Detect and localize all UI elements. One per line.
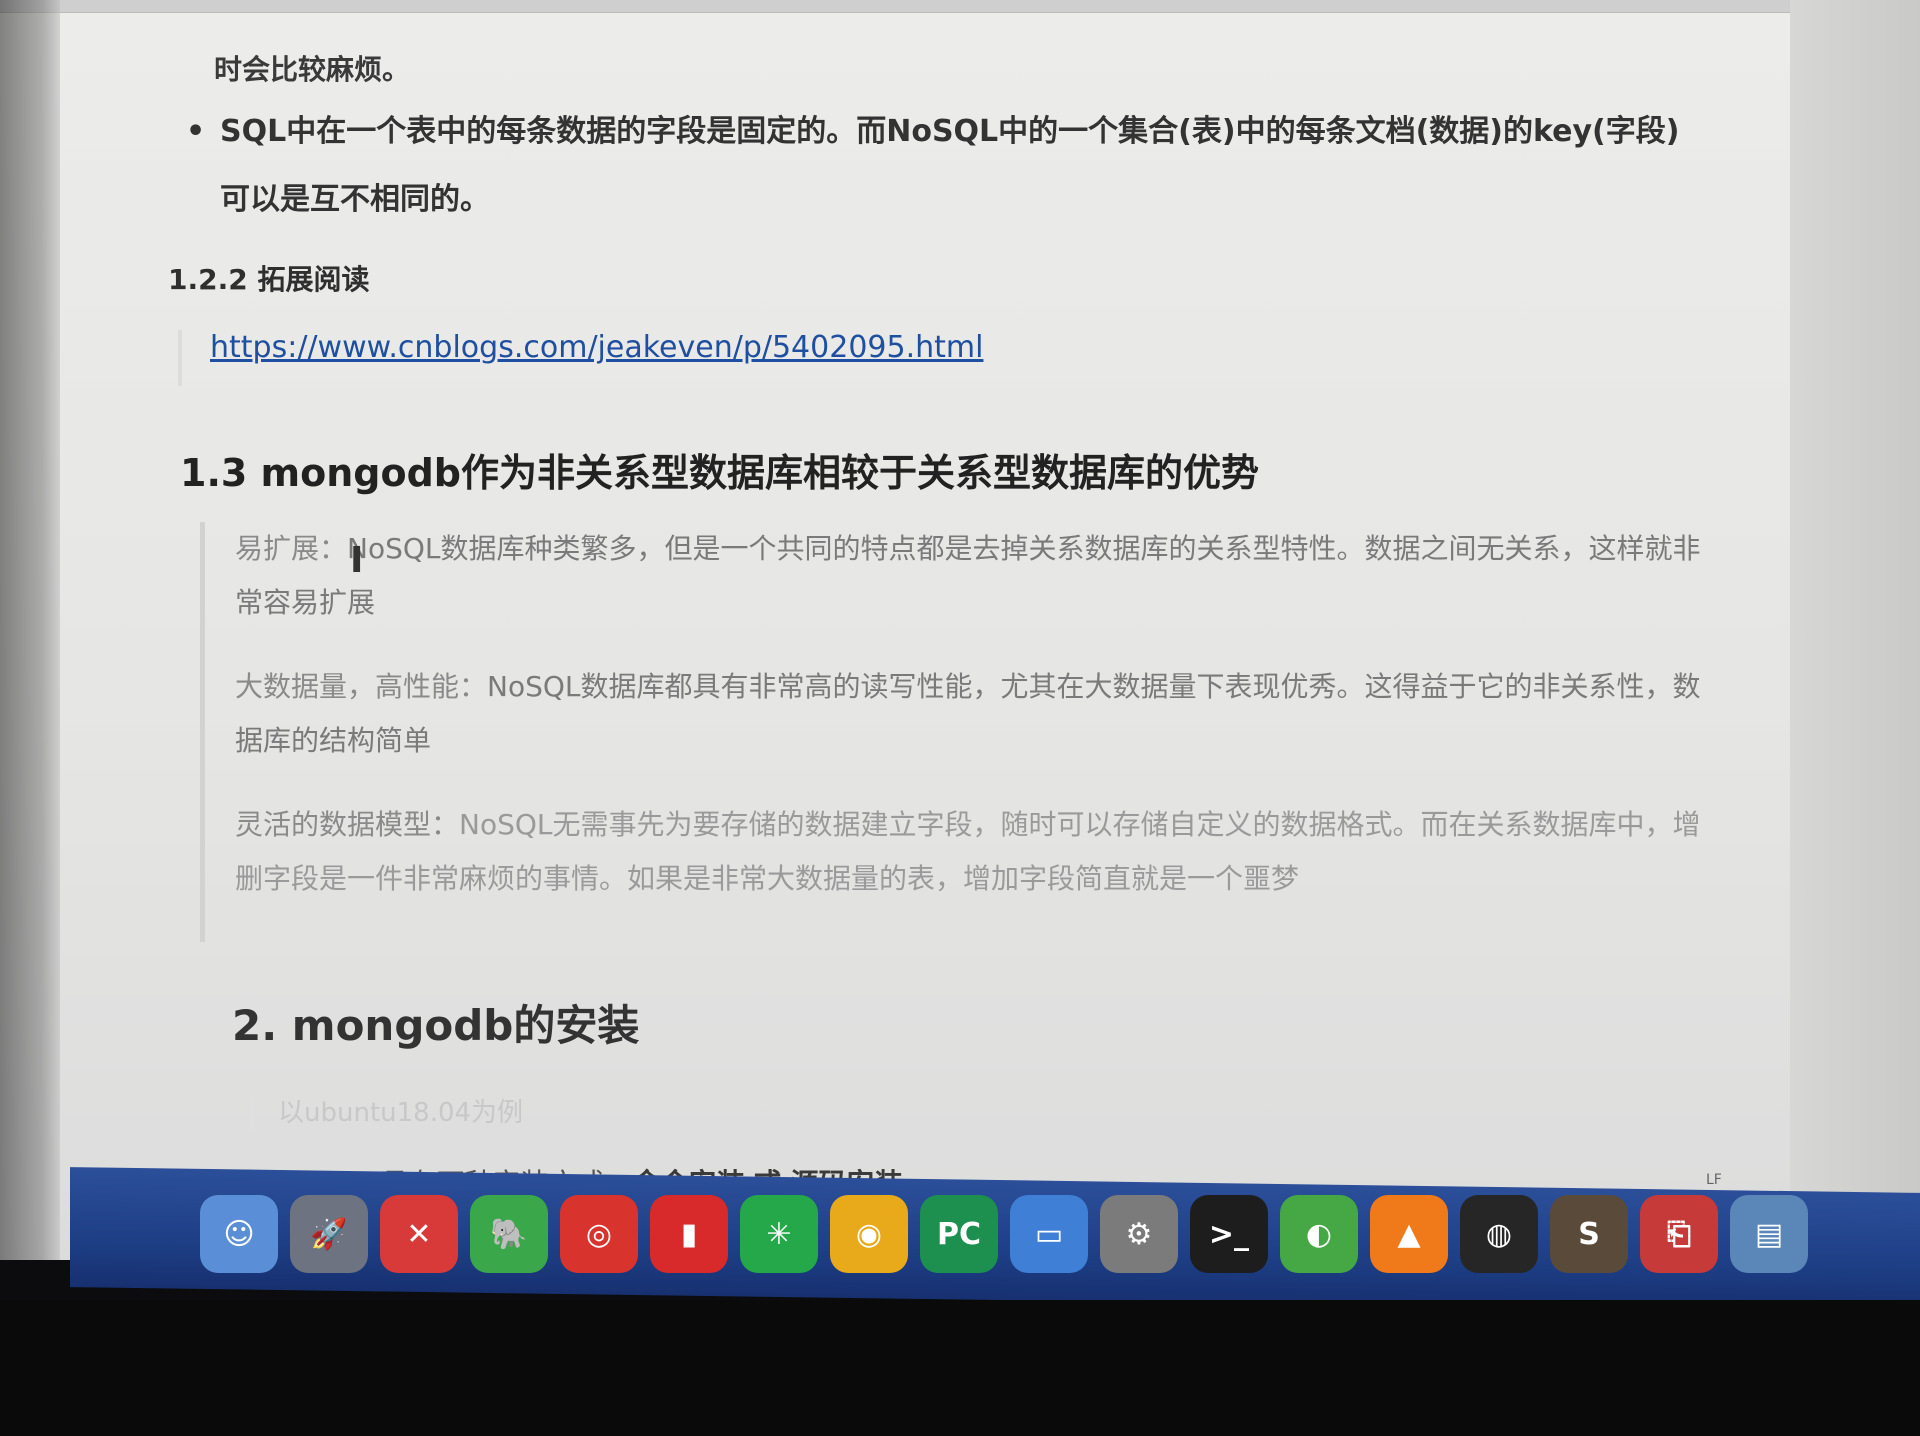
netease-music-icon[interactable]: ◎ xyxy=(560,1195,638,1273)
document-content: 时会比较麻烦。 • SQL中在一个表中的每条数据的字段是固定的。而NoSQL中的… xyxy=(0,0,1920,1200)
preview-icon[interactable]: ▤ xyxy=(1730,1195,1808,1273)
terminal-icon[interactable]: >_ xyxy=(1190,1195,1268,1273)
app-red-icon[interactable]: ⎗ xyxy=(1640,1195,1718,1273)
audio-app-icon[interactable]: ▮ xyxy=(650,1195,728,1273)
obs-icon[interactable]: ◍ xyxy=(1460,1195,1538,1273)
advantage-lead: 易扩展： xyxy=(235,532,348,565)
launchpad-icon[interactable]: 🚀 xyxy=(290,1195,368,1273)
reference-link[interactable]: https://www.cnblogs.com/jeakeven/p/54020… xyxy=(210,330,983,365)
advantage-text: NoSQL数据库种类繁多，但是一个共同的特点都是去掉关系数据库的关系型特性。数据… xyxy=(235,532,1701,619)
network-icon[interactable]: ✳ xyxy=(740,1195,818,1273)
browser-window: 时会比较麻烦。 • SQL中在一个表中的每条数据的字段是固定的。而NoSQL中的… xyxy=(0,0,1920,1260)
monitor-bezel xyxy=(0,1300,1920,1436)
link-blockquote: https://www.cnblogs.com/jeakeven/p/54020… xyxy=(178,330,983,386)
sublime-icon[interactable]: S xyxy=(1550,1195,1628,1273)
text-cursor-icon: I xyxy=(350,540,364,581)
keynote-icon[interactable]: ▭ xyxy=(1010,1195,1088,1273)
vlc-icon[interactable]: ▲ xyxy=(1370,1195,1448,1273)
advantage-paragraph: 易扩展：NoSQL数据库种类繁多，但是一个共同的特点都是去掉关系数据库的关系型特… xyxy=(235,522,1715,630)
paragraph-tail: 时会比较麻烦。 xyxy=(214,53,411,86)
app-green-icon[interactable]: ◐ xyxy=(1280,1195,1358,1273)
xmind-icon[interactable]: ✕ xyxy=(380,1195,458,1273)
section-heading-2: 2. mongodb的安装 xyxy=(232,1001,640,1050)
advantage-lead: 灵活的数据模型： xyxy=(235,808,460,841)
line-ending: LF xyxy=(1706,1172,1722,1188)
section-heading-1-3: 1.3 mongodb作为非关系型数据库相较于关系型数据库的优势 xyxy=(180,451,1260,495)
editor-status: LF xyxy=(1706,1172,1752,1188)
evernote-icon[interactable]: 🐘 xyxy=(470,1195,548,1273)
list-item-text: SQL中在一个表中的每条数据的字段是固定的。而NoSQL中的一个集合(表)中的每… xyxy=(220,114,1680,217)
chrome-icon[interactable]: ◉ xyxy=(830,1195,908,1273)
os-note: 以ubuntu18.04为例 xyxy=(250,1092,523,1129)
finder-icon[interactable]: ☺ xyxy=(200,1195,278,1273)
section-heading-1-2-2: 1.2.2 拓展阅读 xyxy=(168,263,370,296)
list-item: • SQL中在一个表中的每条数据的字段是固定的。而NoSQL中的一个集合(表)中… xyxy=(186,98,1706,234)
advantage-paragraph: 大数据量，高性能：NoSQL数据库都具有非常高的读写性能，尤其在大数据量下表现优… xyxy=(235,660,1715,768)
advantage-lead: 大数据量，高性能： xyxy=(235,670,488,703)
pycharm-icon[interactable]: PC xyxy=(920,1195,998,1273)
system-preferences-icon[interactable]: ⚙ xyxy=(1100,1195,1178,1273)
advantage-paragraph: 灵活的数据模型：NoSQL无需事先为要存储的数据建立字段，随时可以存储自定义的数… xyxy=(235,798,1715,906)
advantages-blockquote: 易扩展：NoSQL数据库种类繁多，但是一个共同的特点都是去掉关系数据库的关系型特… xyxy=(200,522,1715,942)
dock-icons: ☺ 🚀 ✕ 🐘 ◎ ▮ ✳ ◉ PC ▭ ⚙ >_ ◐ ▲ ◍ S ⎗ ▤ xyxy=(200,1195,1808,1273)
bullet-icon: • xyxy=(186,114,206,149)
